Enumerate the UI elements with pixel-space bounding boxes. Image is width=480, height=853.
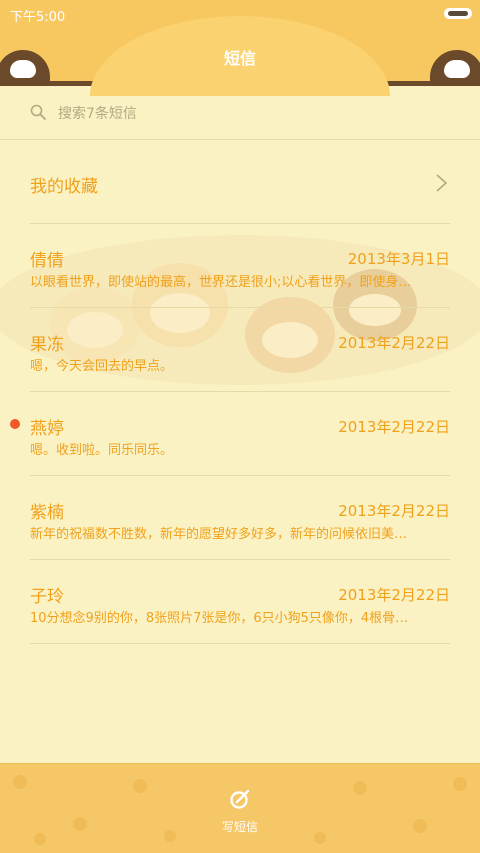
- favorites-row[interactable]: 我的收藏: [30, 160, 450, 204]
- battery-icon: [444, 8, 472, 19]
- message-preview: 新年的祝福数不胜数，新年的愿望好多好多，新年的问候依旧美…: [30, 527, 408, 542]
- contact-name: 子玲: [30, 587, 64, 607]
- search-icon: [30, 104, 46, 120]
- page-title: 短信: [223, 49, 256, 68]
- contact-name: 倩倩: [30, 251, 64, 271]
- search-input[interactable]: [58, 103, 438, 125]
- title-bar: 短信: [0, 16, 480, 96]
- compose-label: 写短信: [221, 820, 258, 834]
- message-preview: 嗯，今天会回去的早点。: [30, 359, 174, 374]
- conversation-item[interactable]: 燕婷 2013年2月22日 嗯。收到啦。同乐同乐。: [10, 392, 450, 476]
- message-date: 2013年2月22日: [338, 418, 450, 436]
- contact-name: 果冻: [30, 335, 64, 355]
- chevron-right-icon: [436, 174, 448, 192]
- search-divider: [0, 139, 480, 140]
- contact-name: 燕婷: [30, 419, 64, 439]
- bottom-bar: 写短信: [0, 763, 480, 853]
- conversation-item[interactable]: 紫楠 2013年2月22日 新年的祝福数不胜数，新年的愿望好多好多，新年的问候依…: [30, 476, 450, 560]
- sms-screen: 下午5:00 短信 我的收藏: [0, 0, 480, 853]
- message-preview: 嗯。收到啦。同乐同乐。: [30, 443, 174, 458]
- favorites-label: 我的收藏: [30, 177, 98, 197]
- contact-name: 紫楠: [30, 503, 64, 523]
- message-date: 2013年2月22日: [338, 502, 450, 520]
- message-date: 2013年2月22日: [338, 586, 450, 604]
- conversation-item[interactable]: 果冻 2013年2月22日 嗯，今天会回去的早点。: [30, 308, 450, 392]
- conversation-item[interactable]: 倩倩 2013年3月1日 以眼看世界，即使站的最高，世界还是很小;以心看世界，即…: [30, 224, 450, 308]
- search-bar[interactable]: [30, 100, 450, 128]
- message-preview: 以眼看世界，即使站的最高，世界还是很小;以心看世界，即使身…: [30, 275, 412, 290]
- message-date: 2013年3月1日: [347, 250, 450, 268]
- status-time: 下午5:00: [10, 10, 66, 25]
- compose-icon: [230, 789, 250, 809]
- compose-button[interactable]: 写短信: [200, 784, 280, 844]
- conversation-item[interactable]: 子玲 2013年2月22日 10分想念9别的你，8张照片7张是你，6只小狗5只像…: [30, 560, 450, 644]
- conversation-list: 倩倩 2013年3月1日 以眼看世界，即使站的最高，世界还是很小;以心看世界，即…: [0, 224, 480, 644]
- message-date: 2013年2月22日: [338, 334, 450, 352]
- message-preview: 10分想念9别的你，8张照片7张是你，6只小狗5只像你，4根骨…: [30, 611, 409, 626]
- unread-indicator: [10, 419, 20, 429]
